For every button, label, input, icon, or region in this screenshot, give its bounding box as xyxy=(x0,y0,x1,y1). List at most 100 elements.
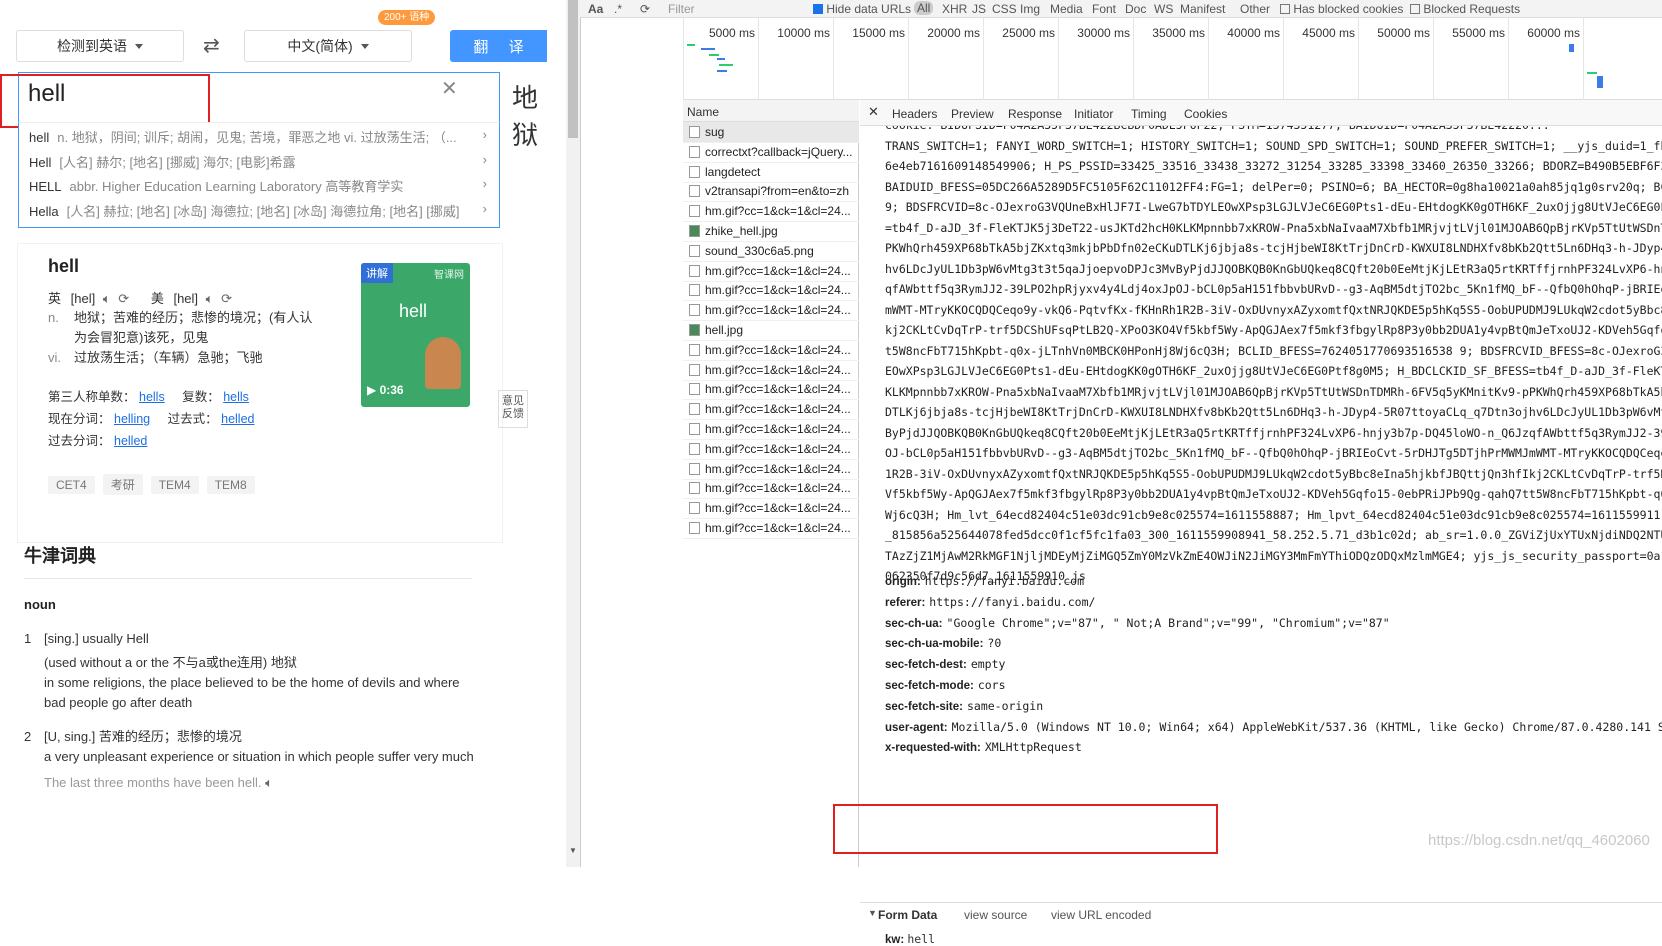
request-row[interactable]: hm.gif?cc=1&ck=1&cl=24... xyxy=(683,379,859,401)
page-scrollbar[interactable]: ▼ xyxy=(566,0,580,867)
regex-icon[interactable]: .* xyxy=(614,2,622,16)
header-value: ?0 xyxy=(987,636,1002,651)
name-column-header[interactable]: Name xyxy=(683,100,859,122)
filter-type-ws[interactable]: WS xyxy=(1154,2,1173,16)
request-row[interactable]: hm.gif?cc=1&ck=1&cl=24... xyxy=(683,419,859,440)
form-link[interactable]: helled xyxy=(114,434,147,448)
filter-type-doc[interactable]: Doc xyxy=(1125,2,1146,16)
request-name: hm.gif?cc=1&ck=1&cl=24... xyxy=(705,501,851,516)
filter-type-manifest[interactable]: Manifest xyxy=(1180,2,1225,16)
exam-tag[interactable]: 考研 xyxy=(102,474,143,495)
teacher-illustration xyxy=(425,337,461,389)
checkbox-checked-icon xyxy=(813,4,823,14)
form-link[interactable]: hells xyxy=(139,390,165,404)
swap-languages-icon[interactable]: ⇄ xyxy=(203,33,220,58)
request-row[interactable]: zhike_hell.jpg xyxy=(683,221,859,242)
request-row[interactable]: hm.gif?cc=1&ck=1&cl=24... xyxy=(683,261,859,282)
tab-response[interactable]: Response xyxy=(1008,107,1062,121)
language-count-badge: 200+ 语种 xyxy=(378,10,436,25)
feedback-button[interactable]: 意见反馈 xyxy=(498,390,528,428)
filter-type-css[interactable]: CSS xyxy=(992,2,1017,16)
tab-cookies[interactable]: Cookies xyxy=(1184,107,1227,121)
request-row[interactable]: hm.gif?cc=1&ck=1&cl=24... xyxy=(683,518,859,539)
refresh-icon[interactable]: ⟳ xyxy=(640,2,650,16)
filter-type-other[interactable]: Other xyxy=(1240,2,1270,16)
header-key: sec-fetch-mode: xyxy=(885,680,974,692)
headword: hell xyxy=(48,256,80,276)
suggestion-item[interactable]: Hell [人名] 赫尔; [地名] [挪威] 海尔; [电影]希露 xyxy=(29,152,469,171)
scrollbar-thumb[interactable] xyxy=(568,0,578,138)
filter-type-all[interactable]: All xyxy=(914,1,934,15)
lesson-video-thumbnail[interactable]: 讲解 智课网 hell ▶ 0:36 xyxy=(361,263,470,407)
timeline-gridline xyxy=(1208,18,1209,100)
translate-button[interactable]: 翻 译 xyxy=(450,30,547,62)
cookie-line: t5W8ncFbT715hKpbt-q0x-jLTnhVn0MBCK0HPonH… xyxy=(885,343,1662,358)
cookie-line: TAzZjZ1MjAwM2RkMGF1NjljMDEyMjZiMGQ5ZmY0M… xyxy=(885,548,1662,563)
filter-type-font[interactable]: Font xyxy=(1092,2,1116,16)
speaker-icon[interactable]: 🔈︎ xyxy=(206,291,214,306)
hide-data-urls-checkbox[interactable]: Hide data URLs xyxy=(813,2,911,16)
request-name: hm.gif?cc=1&ck=1&cl=24... xyxy=(705,342,851,357)
request-row[interactable]: hm.gif?cc=1&ck=1&cl=24... xyxy=(683,478,859,500)
request-row[interactable]: hm.gif?cc=1&ck=1&cl=24... xyxy=(683,498,859,520)
tab-initiator[interactable]: Initiator xyxy=(1074,107,1113,121)
tab-preview[interactable]: Preview xyxy=(951,107,994,121)
request-row[interactable]: hm.gif?cc=1&ck=1&cl=24... xyxy=(683,340,859,361)
request-row[interactable]: hm.gif?cc=1&ck=1&cl=24... xyxy=(683,300,859,322)
document-file-icon xyxy=(689,185,700,198)
replay-icon[interactable]: ⟳ xyxy=(221,291,232,306)
entry-example: The last three months have been hell. xyxy=(44,775,262,790)
checkbox-label: Blocked Requests xyxy=(1423,2,1521,16)
form-link[interactable]: helling xyxy=(114,412,150,426)
network-timeline-overview[interactable]: 5000 ms 10000 ms 15000 ms 20000 ms 25000… xyxy=(683,18,1662,100)
clear-icon[interactable]: ✕ xyxy=(441,76,458,101)
close-icon[interactable]: ✕ xyxy=(868,104,879,120)
has-blocked-cookies-checkbox[interactable]: Has blocked cookies xyxy=(1280,2,1403,16)
target-language-select[interactable]: 中文(简体) xyxy=(244,30,412,62)
request-row[interactable]: hm.gif?cc=1&ck=1&cl=24... xyxy=(683,439,859,460)
scroll-down-arrow-icon[interactable]: ▼ xyxy=(569,846,577,855)
request-row[interactable]: sound_330c6a5.png xyxy=(683,241,859,262)
request-row[interactable]: v2transapi?from=en&to=zh xyxy=(683,181,859,203)
request-row[interactable]: langdetect xyxy=(683,162,859,183)
timeline-gridline xyxy=(1358,18,1359,100)
form-data-title[interactable]: Form Data xyxy=(878,908,937,922)
filter-type-xhr[interactable]: XHR xyxy=(942,2,967,16)
tab-timing[interactable]: Timing xyxy=(1131,107,1167,121)
exam-tag[interactable]: CET4 xyxy=(48,476,95,494)
request-row[interactable]: hm.gif?cc=1&ck=1&cl=24... xyxy=(683,459,859,480)
speaker-icon[interactable]: 🔈︎ xyxy=(265,775,273,790)
source-language-select[interactable]: 检测到英语 xyxy=(16,30,184,62)
request-row[interactable]: sug xyxy=(683,122,859,143)
triangle-down-icon[interactable]: ▼ xyxy=(868,908,877,918)
request-row[interactable]: correctxt?callback=jQuery... xyxy=(683,142,859,163)
header-row: sec-ch-ua-mobile: ?0 xyxy=(885,636,1001,650)
match-case-icon[interactable]: Aa xyxy=(588,2,603,16)
request-row[interactable]: hell.jpg xyxy=(683,320,859,341)
form-link[interactable]: hells xyxy=(223,390,249,404)
tab-headers[interactable]: Headers xyxy=(892,107,937,121)
exam-tag[interactable]: TEM8 xyxy=(206,476,255,494)
form-link[interactable]: helled xyxy=(221,412,254,426)
suggestion-item[interactable]: hell n. 地狱，阴间; 训斥; 胡闹，见鬼; 苦境，罪恶之地 vi. 过放荡… xyxy=(29,127,469,146)
filter-type-media[interactable]: Media xyxy=(1050,2,1083,16)
timeline-label: 15000 ms xyxy=(852,26,905,40)
cookie-line: OJ-bCL0p5aH151fbbvbURvD--g3-AqBM5dtjTO2b… xyxy=(885,446,1662,460)
timeline-gridline xyxy=(833,18,834,100)
filter-input[interactable]: Filter xyxy=(668,2,695,16)
suggestion-item[interactable]: HELL abbr. Higher Education Learning Labo… xyxy=(29,176,469,195)
blocked-requests-checkbox[interactable]: Blocked Requests xyxy=(1410,2,1520,16)
timeline-bar xyxy=(701,48,715,50)
filter-type-img[interactable]: Img xyxy=(1020,2,1040,16)
view-url-encoded-link[interactable]: view URL encoded xyxy=(1051,908,1151,922)
speaker-icon[interactable]: 🔈︎ xyxy=(103,291,111,306)
request-row[interactable]: hm.gif?cc=1&ck=1&cl=24... xyxy=(683,280,859,302)
request-row[interactable]: hm.gif?cc=1&ck=1&cl=24... xyxy=(683,360,859,381)
replay-icon[interactable]: ⟳ xyxy=(118,291,129,306)
filter-type-js[interactable]: JS xyxy=(972,2,986,16)
view-source-link[interactable]: view source xyxy=(964,908,1027,922)
request-row[interactable]: hm.gif?cc=1&ck=1&cl=24... xyxy=(683,201,859,223)
exam-tag[interactable]: TEM4 xyxy=(150,476,199,494)
suggestion-item[interactable]: Hella [人名] 赫拉; [地名] [冰岛] 海德拉; [地名] [冰岛] 海… xyxy=(29,201,469,220)
request-row[interactable]: hm.gif?cc=1&ck=1&cl=24... xyxy=(683,399,859,421)
